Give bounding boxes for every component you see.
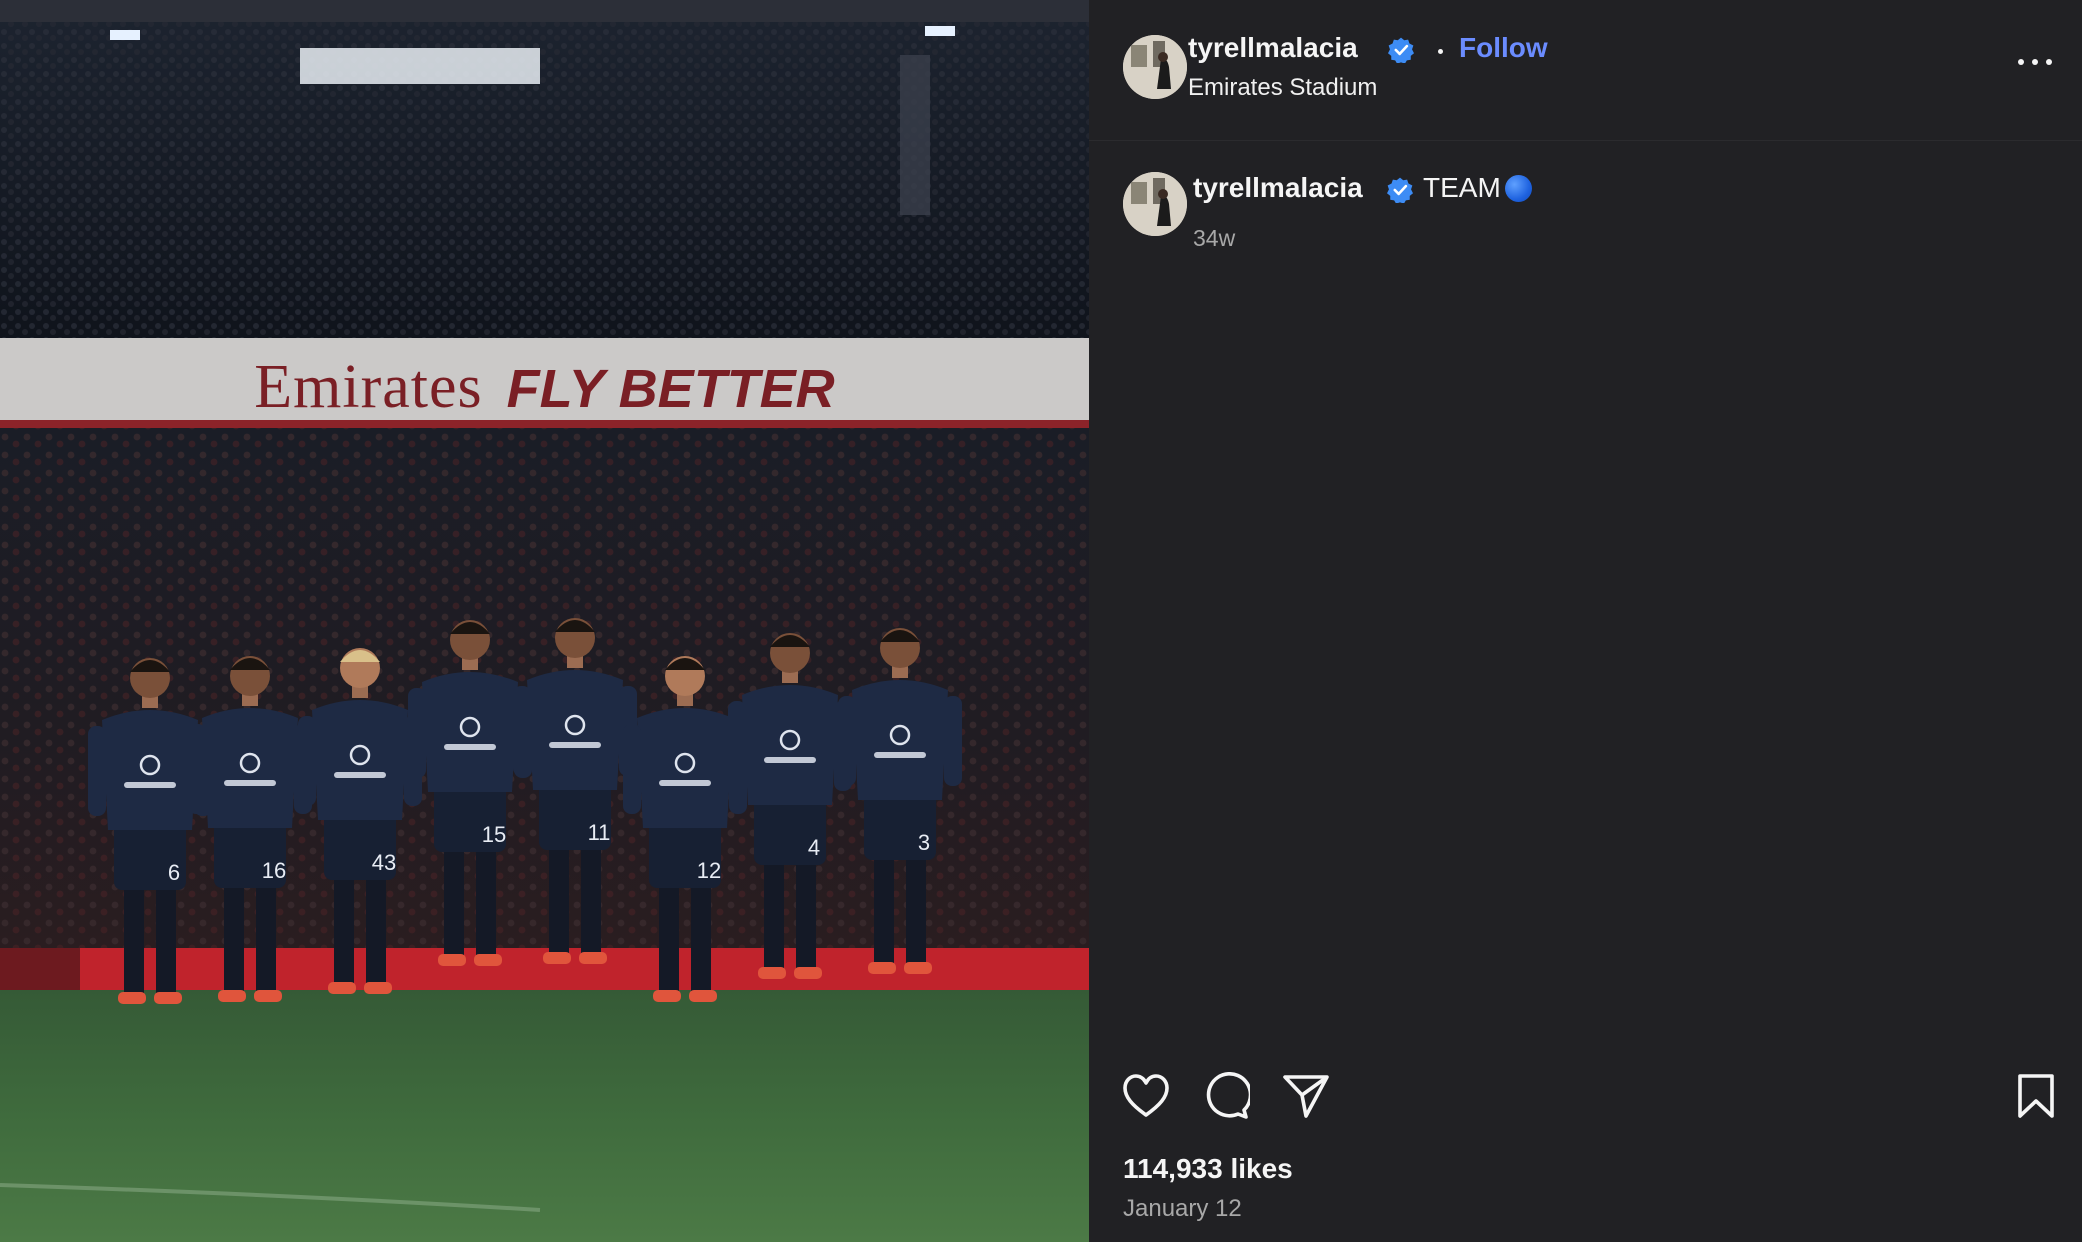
likes-count[interactable]: 114,933 likes (1123, 1153, 1293, 1185)
more-dot (2032, 59, 2038, 65)
post-photo[interactable]: 6 16 43 15 11 12 4 3 Emirates FLY BETTER (0, 0, 1089, 1242)
ad-board-text: Emirates FLY BETTER (0, 352, 1089, 423)
more-dot (2018, 59, 2024, 65)
caption-avatar[interactable] (1123, 172, 1187, 236)
shirt-number: 6 (168, 860, 180, 885)
separator-dot (1438, 49, 1443, 54)
follow-button[interactable]: Follow (1459, 32, 1548, 64)
shirt-number: 3 (918, 830, 930, 855)
more-options-icon[interactable] (2018, 52, 2052, 72)
caption-text: TEAM (1423, 172, 1501, 203)
post-side-panel: tyrellmalacia Follow Emirates Stadium ty… (1089, 0, 2082, 1242)
more-dot (2046, 59, 2052, 65)
post-date[interactable]: January 12 (1123, 1195, 1242, 1223)
instagram-post-view: 6 16 43 15 11 12 4 3 Emirates FLY BETTER tyrellm… (0, 0, 2082, 1242)
shirt-number: 4 (808, 835, 820, 860)
ad-board-brand: Emirates (254, 353, 483, 421)
caption-username[interactable]: tyrellmalacia (1193, 172, 1363, 204)
send-icon[interactable] (1282, 1073, 1330, 1119)
shirt-number: 43 (372, 850, 396, 875)
location-link[interactable]: Emirates Stadium (1188, 74, 1377, 102)
shirt-number: 11 (588, 820, 611, 845)
avatar[interactable] (1123, 35, 1187, 99)
heart-icon[interactable] (1122, 1073, 1170, 1119)
verified-badge-icon (1387, 177, 1413, 203)
shirt-number: 16 (262, 858, 286, 883)
ad-board-tagline: FLY BETTER (506, 359, 835, 419)
post-age[interactable]: 34w (1193, 225, 1235, 252)
header-username[interactable]: tyrellmalacia (1188, 32, 1358, 64)
comment-icon[interactable] (1202, 1072, 1250, 1120)
shirt-number: 12 (697, 858, 721, 883)
bookmark-icon[interactable] (2016, 1073, 2056, 1119)
blue-circle-emoji-icon (1505, 175, 1532, 202)
shirt-number: 15 (482, 822, 506, 847)
stadium-photo-illustration: 6 16 4315 11124 3 (0, 0, 1089, 1242)
verified-badge-icon (1388, 37, 1414, 63)
post-header: tyrellmalacia Follow Emirates Stadium (1089, 0, 2082, 141)
